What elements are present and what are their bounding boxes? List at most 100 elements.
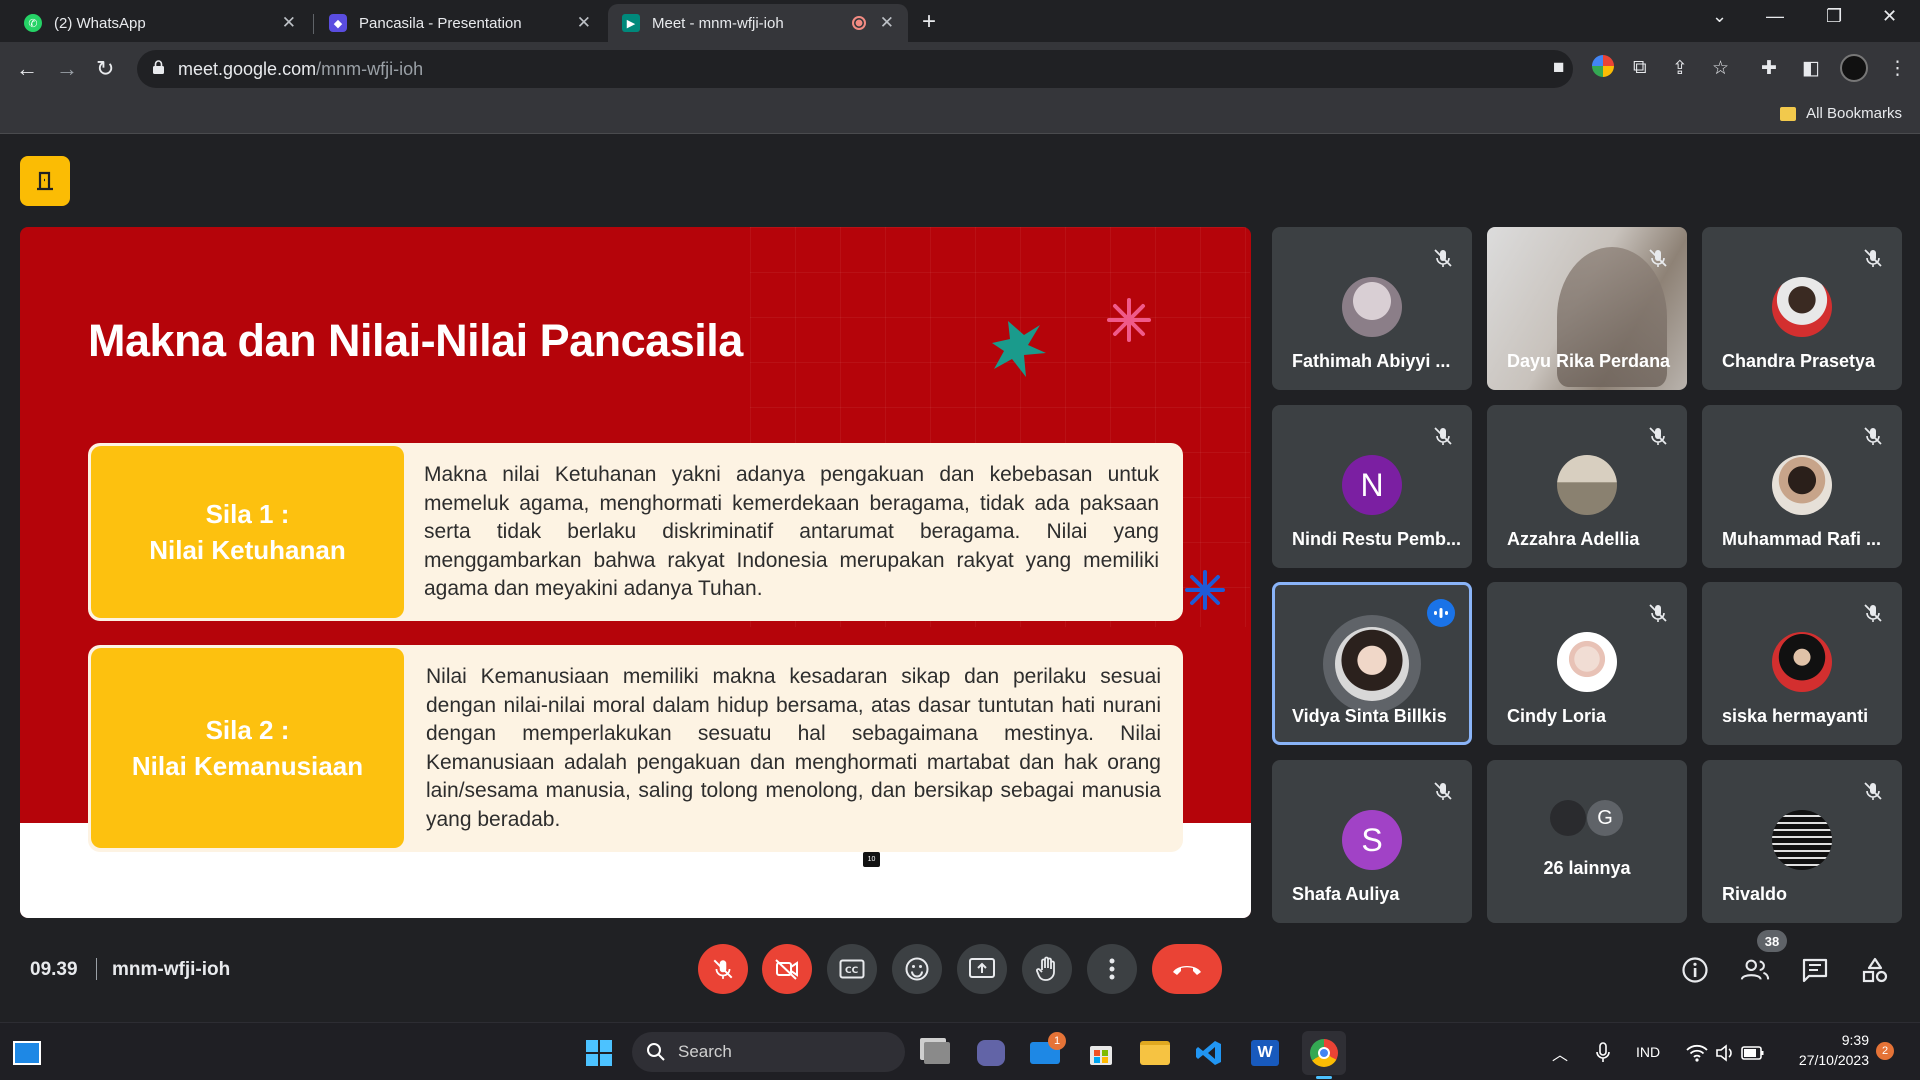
chat-icon: [1802, 958, 1828, 983]
meeting-code: mnm-wfji-ioh: [112, 959, 231, 980]
participant-name: Nindi Restu Pemb...: [1292, 529, 1462, 549]
sila-1-number: Sila 1 :: [205, 499, 290, 529]
taskbar-search-box[interactable]: Search: [632, 1032, 905, 1072]
bookmark-star-icon[interactable]: ☆: [1712, 57, 1729, 80]
file-explorer-icon[interactable]: [1140, 1038, 1170, 1068]
meeting-details-button[interactable]: [1680, 955, 1710, 985]
avatar: [1335, 627, 1409, 701]
blue-asterisk-decoration: [1185, 570, 1225, 610]
camera-icon[interactable]: ■: [1553, 57, 1564, 79]
videocam-off-icon: [775, 959, 798, 980]
participant-tile[interactable]: S Shafa Auliya: [1272, 760, 1472, 923]
camera-toggle-button[interactable]: [762, 944, 812, 994]
share-icon[interactable]: ⇪: [1672, 57, 1688, 80]
input-language-indicator[interactable]: IND: [1636, 1044, 1660, 1060]
call-end-icon: [1173, 966, 1201, 975]
close-tab-icon[interactable]: ✕: [577, 13, 591, 33]
participant-tile[interactable]: Fathimah Abiyyi ...: [1272, 227, 1472, 390]
restore-button[interactable]: ❐: [1826, 6, 1842, 27]
more-vert-icon: [1109, 958, 1115, 980]
tab-whatsapp[interactable]: ✆ (2) WhatsApp ✕: [10, 4, 310, 42]
microsoft-store-icon[interactable]: [1086, 1038, 1116, 1068]
mic-off-icon: [1649, 604, 1667, 622]
participant-tile[interactable]: Muhammad Rafi ...: [1702, 405, 1902, 568]
battery-icon[interactable]: [1738, 1038, 1768, 1068]
slide-page-number: 10: [863, 852, 880, 867]
presentation-indicator-button[interactable]: [20, 156, 70, 206]
meeting-clock: 09.39: [30, 959, 78, 980]
participant-name: Fathimah Abiyyi ...: [1292, 351, 1451, 371]
forward-arrow-icon[interactable]: →: [56, 56, 78, 82]
present-now-button[interactable]: [957, 944, 1007, 994]
mail-icon[interactable]: 1: [1030, 1032, 1066, 1068]
mic-off-icon: [713, 959, 733, 979]
widgets-icon[interactable]: [12, 1038, 42, 1068]
bookmarks-bar: All Bookmarks: [0, 96, 1920, 134]
open-in-new-icon[interactable]: ⧉: [1633, 57, 1647, 79]
mic-off-icon: [1864, 249, 1882, 267]
all-bookmarks-button[interactable]: All Bookmarks: [1780, 105, 1902, 122]
avatar: N: [1342, 455, 1402, 515]
more-options-button[interactable]: [1087, 944, 1137, 994]
participant-tile[interactable]: Azzahra Adellia: [1487, 405, 1687, 568]
close-tab-icon[interactable]: ✕: [282, 13, 296, 33]
participant-tile[interactable]: Rivaldo: [1702, 760, 1902, 923]
address-bar[interactable]: meet.google.com/mnm-wfji-ioh: [137, 50, 1573, 88]
google-lens-icon[interactable]: [1592, 55, 1614, 77]
sila-1-card: Sila 1 : Nilai Ketuhanan Makna nilai Ket…: [88, 443, 1183, 621]
tab-meet[interactable]: ▶ Meet - mnm-wfji-ioh ✕: [608, 4, 908, 42]
extensions-puzzle-icon[interactable]: ✚: [1761, 57, 1777, 80]
participant-tile[interactable]: Chandra Prasetya: [1702, 227, 1902, 390]
tab-search-chevron-icon[interactable]: ⌄: [1712, 6, 1727, 27]
word-icon[interactable]: W: [1250, 1038, 1280, 1068]
task-view-icon[interactable]: [922, 1038, 952, 1068]
new-tab-button[interactable]: +: [922, 8, 936, 36]
participant-name: siska hermayanti: [1722, 706, 1869, 726]
show-hidden-icons-chevron[interactable]: ︿: [1552, 1041, 1568, 1065]
people-button[interactable]: [1740, 955, 1770, 985]
leave-call-button[interactable]: [1152, 944, 1222, 994]
notification-badge[interactable]: 2: [1876, 1042, 1894, 1060]
url-path: /mnm-wfji-ioh: [316, 59, 424, 79]
mic-off-icon: [1649, 249, 1667, 267]
wifi-icon[interactable]: [1682, 1038, 1712, 1068]
vscode-icon[interactable]: [1194, 1038, 1224, 1068]
mic-off-icon: [1649, 427, 1667, 445]
side-panel-icon[interactable]: ◧: [1802, 57, 1820, 80]
presentation-slide: Makna dan Nilai-Nilai Pancasila Sila 1 :…: [20, 227, 1251, 918]
raise-hand-button[interactable]: [1022, 944, 1072, 994]
participant-tile[interactable]: Dayu Rika Perdana: [1487, 227, 1687, 390]
avatar: [1342, 277, 1402, 337]
close-tab-icon[interactable]: ✕: [880, 13, 894, 33]
participant-tile-speaking[interactable]: Vidya Sinta Billkis: [1272, 582, 1472, 745]
taskbar-date[interactable]: 27/10/2023: [1788, 1052, 1869, 1068]
tab-pancasila-presentation[interactable]: ◆ Pancasila - Presentation ✕: [315, 4, 605, 42]
volume-icon[interactable]: [1710, 1038, 1740, 1068]
microphone-in-use-icon[interactable]: [1588, 1038, 1618, 1068]
divider: [96, 958, 97, 980]
minimize-button[interactable]: —: [1766, 6, 1784, 27]
microphone-toggle-button[interactable]: [698, 944, 748, 994]
profile-avatar[interactable]: [1840, 54, 1868, 82]
participant-tile[interactable]: Cindy Loria: [1487, 582, 1687, 745]
mail-badge: 1: [1048, 1032, 1066, 1050]
close-window-button[interactable]: ✕: [1882, 6, 1897, 27]
activities-button[interactable]: [1860, 955, 1890, 985]
chat-button[interactable]: [1800, 955, 1830, 985]
reactions-button[interactable]: [892, 944, 942, 994]
participant-tile[interactable]: siska hermayanti: [1702, 582, 1902, 745]
present-screen-icon: [969, 958, 995, 978]
chrome-icon[interactable]: [1302, 1031, 1346, 1079]
windows-start-icon[interactable]: [584, 1038, 614, 1068]
avatar: [1772, 810, 1832, 870]
avatar-initial: N: [1360, 466, 1384, 503]
others-tile[interactable]: G 26 lainnya: [1487, 760, 1687, 923]
captions-button[interactable]: CC: [827, 944, 877, 994]
sila-2-number: Sila 2 :: [205, 715, 290, 745]
teams-chat-icon[interactable]: [976, 1038, 1006, 1068]
participant-tile[interactable]: N Nindi Restu Pemb...: [1272, 405, 1472, 568]
menu-kebab-icon[interactable]: ⋮: [1888, 57, 1907, 80]
reload-icon[interactable]: ↻: [96, 56, 114, 82]
taskbar-time[interactable]: 9:39: [1839, 1032, 1869, 1048]
back-arrow-icon[interactable]: ←: [16, 56, 38, 82]
